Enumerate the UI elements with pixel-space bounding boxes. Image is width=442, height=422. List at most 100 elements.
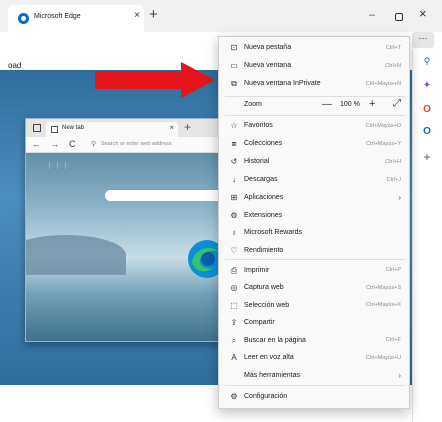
menu-item-colecciones[interactable]: ⧈ Colecciones Ctrl+Mayús+Y bbox=[219, 136, 411, 154]
menu-item-rendimiento[interactable]: ♡ Rendimiento bbox=[219, 243, 411, 261]
inner-refresh-icon: C bbox=[69, 139, 76, 149]
menu-item-leer-en-voz-alta[interactable]: A Leer en voz alta Ctrl+Mayús+U bbox=[219, 350, 411, 368]
sidebar-copilot-icon[interactable]: ✦ bbox=[420, 80, 434, 91]
sidebar-outlook-icon[interactable]: O bbox=[420, 126, 434, 137]
menu-item-shortcut: Ctrl+P bbox=[385, 267, 401, 273]
menu-item-configuracion[interactable]: ⚙ Configuración bbox=[219, 389, 411, 407]
inprivate-icon: ⧉ bbox=[231, 79, 237, 88]
zoom-out-button[interactable]: — bbox=[322, 99, 332, 110]
inner-landscape-hill bbox=[26, 235, 126, 275]
find-icon: ⌕ bbox=[231, 335, 237, 345]
red-arrow-annotation bbox=[95, 62, 215, 98]
menu-item-shortcut: Ctrl+N bbox=[385, 62, 401, 69]
new-tab-icon: ⊡ bbox=[230, 43, 238, 52]
menu-item-label: Buscar en la página bbox=[244, 336, 306, 344]
menu-separator bbox=[225, 385, 405, 386]
menu-item-mas-herramientas[interactable]: Más herramientas › bbox=[219, 368, 411, 386]
menu-item-nueva-pestana[interactable]: ⊡ Nueva pestaña Ctrl+T bbox=[219, 40, 411, 58]
menu-item-label: Microsoft Rewards bbox=[244, 229, 302, 236]
menu-item-shortcut: Ctrl+Mayús+S bbox=[366, 284, 401, 291]
tab-title: Microsoft Edge bbox=[34, 13, 81, 20]
menu-item-extensiones[interactable]: ⚙ Extensiones bbox=[219, 208, 411, 226]
menu-item-favoritos[interactable]: ☆ Favoritos Ctrl+Mayús+O bbox=[219, 118, 411, 136]
menu-item-label: Favoritos bbox=[244, 122, 273, 129]
edge-window: Microsoft Edge × + – × ··· oad New tab ×… bbox=[0, 0, 442, 422]
menu-item-historial[interactable]: ↺ Historial Ctrl+H bbox=[219, 154, 411, 172]
zoom-in-button[interactable]: + bbox=[369, 98, 375, 110]
menu-item-label: Leer en voz alta bbox=[244, 354, 294, 361]
new-window-icon: ▭ bbox=[230, 61, 238, 70]
menu-item-shortcut: Ctrl+Mayús+Y bbox=[366, 140, 401, 147]
menu-item-label: Nueva ventana bbox=[244, 62, 292, 69]
menu-item-compartir[interactable]: ⇪ Compartir bbox=[219, 315, 411, 333]
browser-tab[interactable]: Microsoft Edge × bbox=[8, 5, 144, 32]
menu-item-imprimir[interactable]: ⎙ Imprimir Ctrl+P bbox=[219, 263, 411, 281]
menu-item-nueva-ventana[interactable]: ▭ Nueva ventana Ctrl+N bbox=[219, 58, 411, 76]
menu-item-label: Configuración bbox=[244, 392, 288, 400]
menu-item-label: Nueva pestaña bbox=[244, 44, 292, 51]
close-window-button[interactable]: × bbox=[419, 6, 427, 21]
share-icon: ⇪ bbox=[230, 318, 238, 327]
inner-tab-favicon-icon bbox=[51, 126, 58, 133]
page-text-snippet: oad bbox=[8, 61, 22, 70]
sidebar-office-icon[interactable]: O bbox=[420, 104, 434, 115]
zoom-label: Zoom bbox=[244, 101, 262, 108]
menu-item-shortcut: Ctrl+F bbox=[385, 337, 401, 343]
inner-search-box bbox=[105, 190, 223, 201]
inner-tab-close-icon: × bbox=[169, 123, 174, 132]
menu-item-seleccion-web[interactable]: ⬚ Selección web Ctrl+Mayús+X bbox=[219, 298, 411, 316]
menu-item-shortcut: Ctrl+Mayús+X bbox=[366, 302, 401, 308]
inner-search-icon: ⚲ bbox=[91, 141, 97, 148]
menu-item-label: Nueva ventana InPrivate bbox=[244, 80, 321, 87]
performance-icon: ♡ bbox=[230, 245, 238, 255]
fullscreen-icon[interactable]: ⤢ bbox=[393, 98, 401, 109]
favorites-icon: ☆ bbox=[230, 121, 238, 130]
menu-item-shortcut: Ctrl+Mayús+U bbox=[365, 354, 401, 361]
chevron-right-icon: › bbox=[398, 370, 401, 380]
settings-and-more-button[interactable]: ··· bbox=[412, 32, 434, 48]
menu-item-label: Extensiones bbox=[244, 211, 283, 219]
menu-separator bbox=[225, 114, 405, 116]
menu-item-descargas[interactable]: ↓ Descargas Ctrl+J bbox=[219, 172, 411, 190]
inner-address-bar: ← → C ⚲ Search or enter web address bbox=[26, 137, 225, 153]
edge-favicon-icon bbox=[18, 13, 29, 24]
inner-address-placeholder: Search or enter web address bbox=[101, 141, 172, 147]
tab-close-icon[interactable]: × bbox=[134, 10, 140, 21]
chevron-right-icon: › bbox=[398, 193, 401, 202]
minimize-button[interactable]: – bbox=[369, 9, 375, 21]
menu-item-label: Compartir bbox=[244, 319, 275, 326]
web-select-icon: ⬚ bbox=[230, 300, 238, 310]
menu-item-label: Imprimir bbox=[244, 266, 270, 274]
menu-item-buscar-en-la-pagina[interactable]: ⌕ Buscar en la página Ctrl+F bbox=[219, 333, 411, 351]
menu-item-label: Rendimiento bbox=[244, 246, 284, 254]
sidebar-add-icon[interactable]: + bbox=[420, 150, 434, 164]
menu-item-shortcut: Ctrl+J bbox=[386, 176, 401, 183]
screenshot-icon: ◎ bbox=[230, 283, 238, 292]
menu-item-aplicaciones[interactable]: ⊞ Aplicaciones › bbox=[219, 190, 411, 208]
inner-tab-title: New tab bbox=[62, 125, 85, 131]
menu-item-label: Aplicaciones bbox=[244, 194, 284, 201]
sidebar-search-icon[interactable]: ⚲ bbox=[420, 56, 434, 67]
inner-new-tab-icon: + bbox=[184, 120, 192, 134]
menu-item-zoom: Zoom — 100 % + ⤢ bbox=[219, 97, 411, 115]
maximize-button[interactable] bbox=[395, 13, 403, 21]
menu-item-label: Descargas bbox=[244, 176, 278, 183]
read-aloud-icon: A bbox=[231, 353, 237, 362]
new-tab-button[interactable]: + bbox=[149, 7, 158, 22]
menu-item-captura-web[interactable]: ◎ Captura web Ctrl+Mayús+S bbox=[219, 280, 411, 298]
apps-icon: ⊞ bbox=[230, 193, 238, 202]
menu-item-label: Captura web bbox=[244, 284, 284, 291]
inner-tab-bar: New tab × + bbox=[26, 119, 225, 137]
downloads-icon: ↓ bbox=[232, 175, 236, 184]
menu-item-shortcut: Ctrl+H bbox=[385, 158, 401, 165]
inner-browser-illustration: New tab × + ← → C ⚲ Search or enter web … bbox=[25, 118, 226, 342]
menu-item-shortcut: Ctrl+Mayús+O bbox=[365, 122, 401, 129]
menu-item-nueva-ventana-inprivate[interactable]: ⧉ Nueva ventana InPrivate Ctrl+Mayús+N bbox=[219, 76, 411, 94]
menu-item-microsoft-rewards[interactable]: ♁ Microsoft Rewards bbox=[219, 225, 411, 243]
menu-item-label: Selección web bbox=[244, 301, 290, 309]
rewards-icon: ♁ bbox=[231, 228, 237, 237]
inner-tab: New tab × bbox=[46, 122, 178, 137]
settings-menu: Zoom — 100 % + ⤢ ⊡ Nueva pestaña Ctrl+T ▭ Nueva v… bbox=[218, 36, 410, 409]
settings-icon: ⚙ bbox=[230, 391, 238, 401]
extensions-icon: ⚙ bbox=[230, 210, 238, 220]
